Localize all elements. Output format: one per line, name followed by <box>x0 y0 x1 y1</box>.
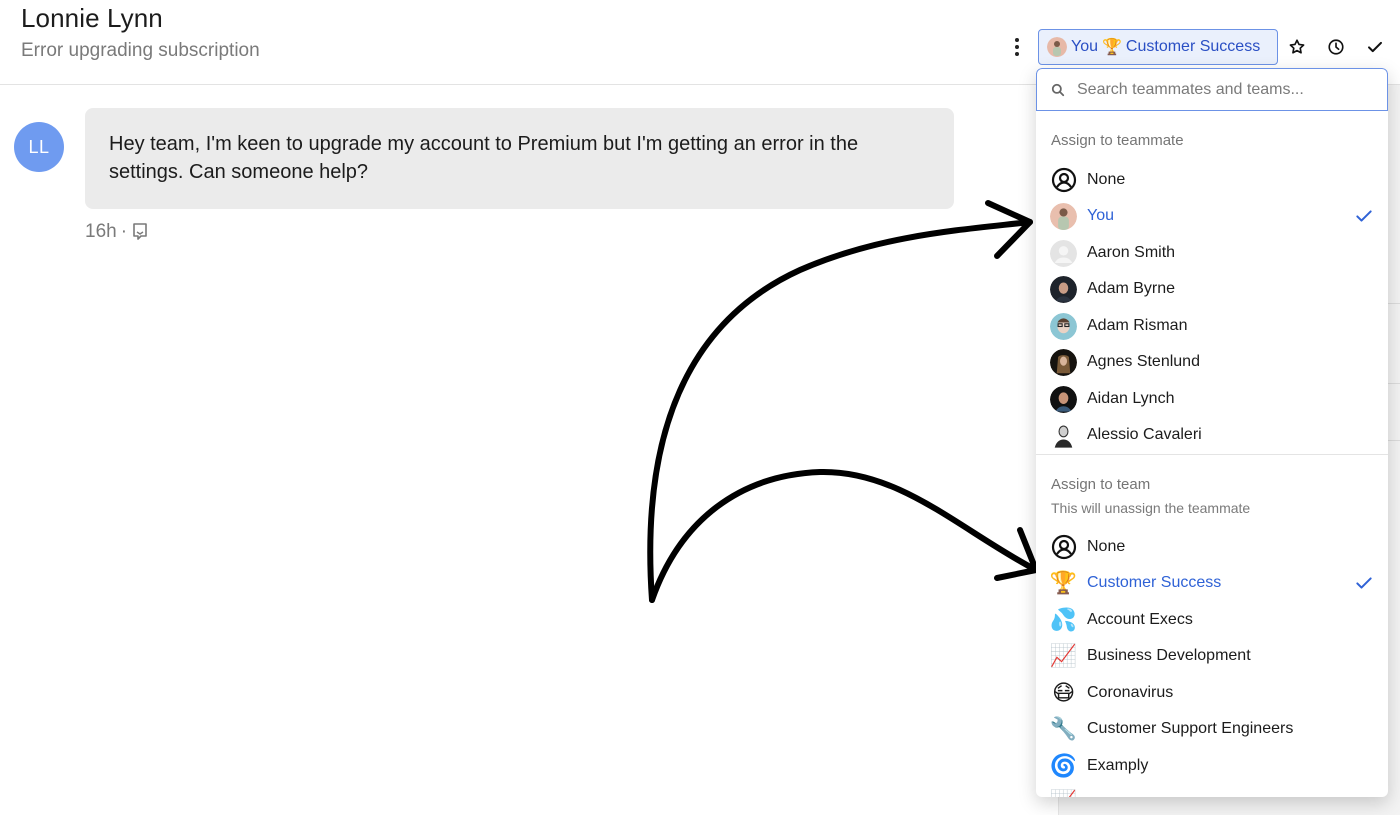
trophy-icon: 🏆 <box>1050 570 1077 595</box>
avatar-icon <box>1050 275 1077 303</box>
teammates-section-title: Assign to teammate <box>1051 132 1184 149</box>
side-panel-divider <box>1388 440 1400 441</box>
teams-section-title: Assign to team <box>1051 476 1151 493</box>
teammate-option-alessio-cavaleri[interactable]: Alessio Cavaleri <box>1036 417 1388 453</box>
search-icon <box>1051 83 1065 96</box>
star-icon <box>1289 39 1305 54</box>
star-button[interactable] <box>1286 36 1308 58</box>
message-meta: 16h · <box>85 221 149 243</box>
teammate-option-adam-byrne[interactable]: Adam Byrne <box>1036 271 1388 307</box>
teammate-option-aidan-lynch[interactable]: Aidan Lynch <box>1036 381 1388 417</box>
section-divider <box>1036 454 1388 455</box>
you-avatar-icon <box>1050 202 1077 230</box>
arrow-to-team <box>649 468 1039 603</box>
person-outline-icon <box>1050 534 1077 561</box>
assignee-teammate-label: You <box>1071 38 1098 55</box>
avatar-icon <box>1050 312 1077 340</box>
arrow-to-teammate <box>647 219 1033 603</box>
team-option-customer-success[interactable]: 🏆 Customer Success <box>1036 565 1388 601</box>
team-option-examply[interactable]: 🌀 Examply <box>1036 748 1388 784</box>
face-with-mask-icon: 😷 <box>1052 680 1075 705</box>
clock-icon <box>1328 39 1344 55</box>
seen-icon[interactable] <box>131 222 149 242</box>
teammate-option-agnes-stenlund[interactable]: Agnes Stenlund <box>1036 344 1388 380</box>
avatar-icon <box>1050 385 1077 413</box>
teammate-option-none[interactable]: None <box>1036 162 1388 198</box>
meta-separator: · <box>120 221 128 242</box>
message-time: 16h <box>85 221 117 242</box>
check-icon <box>1368 41 1382 53</box>
team-option-partial[interactable]: 📈 <box>1036 784 1388 797</box>
assign-dropdown: Assign to teammate None You Aaron Smith … <box>1036 68 1388 797</box>
sweat-droplets-icon: 💦 <box>1050 607 1077 632</box>
teammate-option-aaron-smith[interactable]: Aaron Smith <box>1036 235 1388 271</box>
more-vertical-icon <box>1015 38 1019 56</box>
cyclone-icon: 🌀 <box>1050 753 1077 778</box>
trophy-icon: 🏆 <box>1102 39 1122 56</box>
selected-check-icon <box>1356 210 1372 222</box>
arrowhead-teammate <box>985 200 1033 259</box>
page-title: Lonnie Lynn <box>21 3 163 33</box>
avatar-placeholder-icon <box>1050 239 1077 267</box>
search-input[interactable] <box>1077 80 1357 99</box>
assignee-team-label: Customer Success <box>1125 38 1261 55</box>
search-box <box>1036 68 1388 111</box>
team-option-business-development[interactable]: 📈 Business Development <box>1036 638 1388 674</box>
teams-section-subtitle: This will unassign the teammate <box>1051 500 1251 516</box>
close-conversation-button[interactable] <box>1364 36 1386 58</box>
message-bubble: Hey team, I'm keen to upgrade my account… <box>85 108 954 209</box>
assignee-button[interactable]: You 🏆 Customer Success <box>1038 29 1278 65</box>
team-option-customer-support-engineers[interactable]: 🔧 Customer Support Engineers <box>1036 711 1388 747</box>
snooze-button[interactable] <box>1325 36 1347 58</box>
side-panel-divider <box>1388 303 1400 304</box>
team-option-coronavirus[interactable]: 😷 Coronavirus <box>1036 675 1388 711</box>
teammate-option-adam-risman[interactable]: Adam Risman <box>1036 308 1388 344</box>
chart-increasing-icon: 📈 <box>1050 643 1077 668</box>
arrowhead-team <box>994 527 1039 581</box>
avatar-icon <box>1050 422 1077 449</box>
chart-increasing-icon: 📈 <box>1050 789 1077 797</box>
teammate-option-you[interactable]: You <box>1036 198 1388 234</box>
more-options-button[interactable] <box>1006 34 1028 60</box>
side-panel-divider <box>1388 383 1400 384</box>
wrench-icon: 🔧 <box>1050 716 1077 741</box>
you-avatar-icon <box>1047 37 1067 57</box>
person-outline-icon <box>1050 167 1077 194</box>
team-option-none[interactable]: None <box>1036 529 1388 565</box>
avatar-icon <box>1050 348 1077 376</box>
conversation-subject: Error upgrading subscription <box>21 40 260 61</box>
customer-avatar[interactable]: LL <box>14 122 64 172</box>
selected-check-icon <box>1356 577 1372 589</box>
team-option-account-execs[interactable]: 💦 Account Execs <box>1036 602 1388 638</box>
